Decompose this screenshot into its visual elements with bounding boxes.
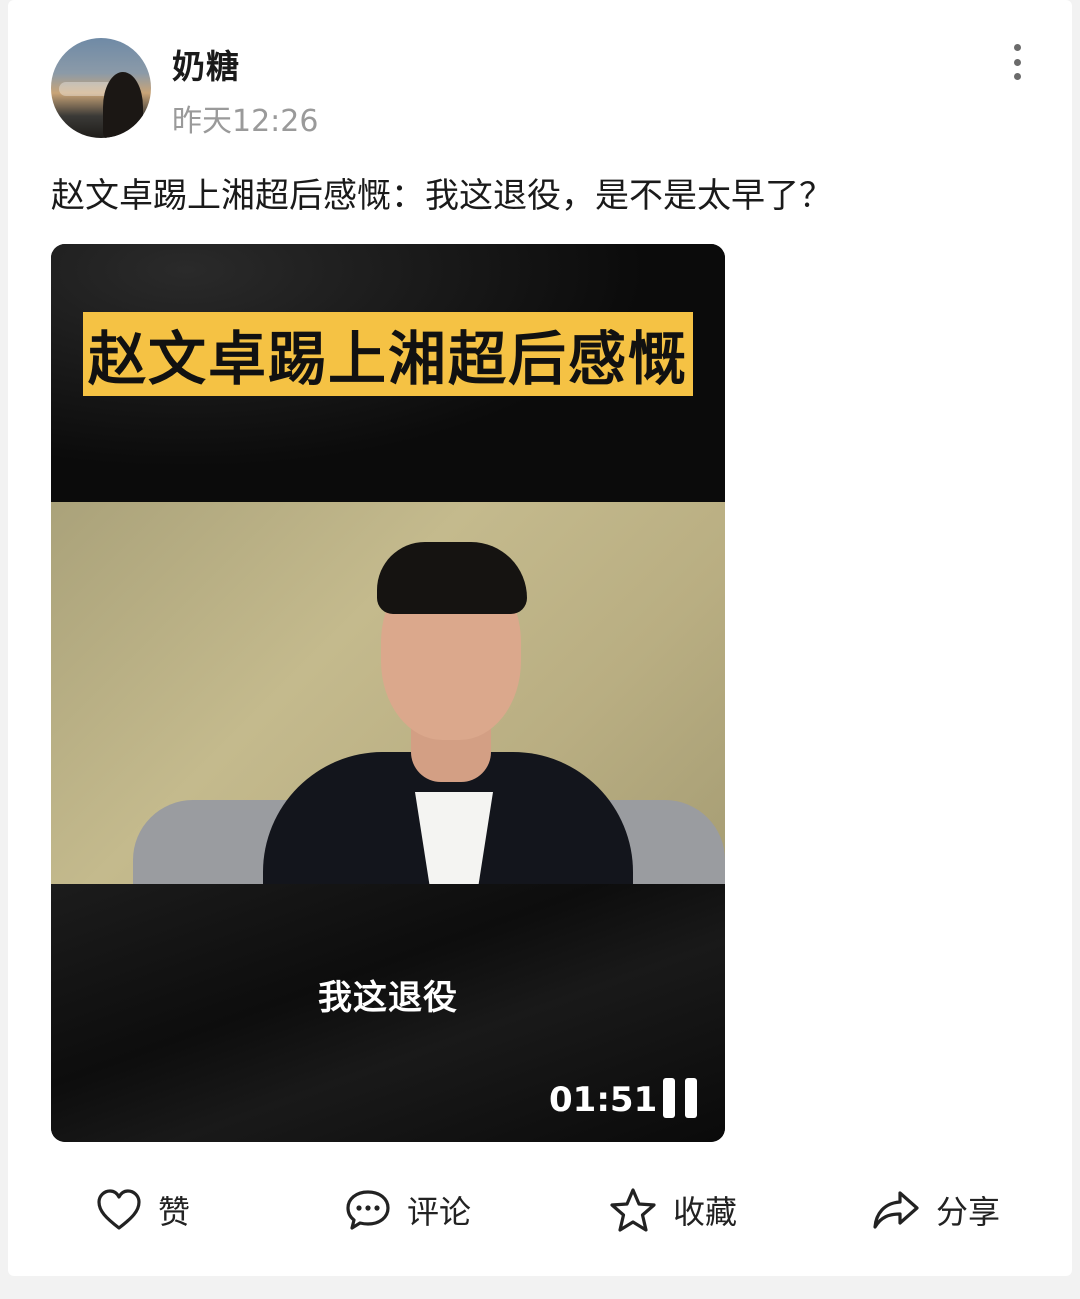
share-button[interactable]: 分享: [872, 1180, 1000, 1240]
avatar-silhouette: [103, 72, 143, 138]
share-label: 分享: [936, 1193, 1001, 1231]
video-subtitle: 我这退役: [318, 978, 458, 1018]
favorite-button[interactable]: 收藏: [609, 1180, 737, 1240]
post-time: 昨天12:26: [172, 104, 319, 139]
comment-bubble-icon: [346, 1190, 390, 1230]
author-name[interactable]: 奶糖: [172, 40, 240, 88]
post-text[interactable]: 赵文卓踢上湘超后感慨：我这退役，是不是太早了？: [51, 168, 833, 217]
avatar[interactable]: [51, 38, 151, 138]
comment-label: 评论: [407, 1193, 472, 1231]
pause-icon[interactable]: [663, 1078, 699, 1118]
video-title-banner: 赵文卓踢上湘超后感慨: [83, 312, 693, 396]
share-arrow-icon: [873, 1191, 919, 1229]
action-bar: 赞 评论 收藏 分享: [0, 1180, 1080, 1240]
like-label: 赞: [158, 1193, 191, 1231]
heart-icon: [97, 1189, 141, 1230]
like-button[interactable]: 赞: [96, 1180, 190, 1240]
video-frame: [51, 502, 725, 884]
more-vertical-icon[interactable]: [1002, 40, 1032, 84]
video-player[interactable]: 赵文卓踢上湘超后感慨 我这退役 01:51: [51, 244, 725, 1142]
comment-button[interactable]: 评论: [345, 1180, 471, 1240]
person-hair: [377, 542, 527, 614]
star-icon: [610, 1188, 656, 1232]
favorite-label: 收藏: [673, 1193, 738, 1231]
video-duration: 01:51: [549, 1080, 658, 1120]
